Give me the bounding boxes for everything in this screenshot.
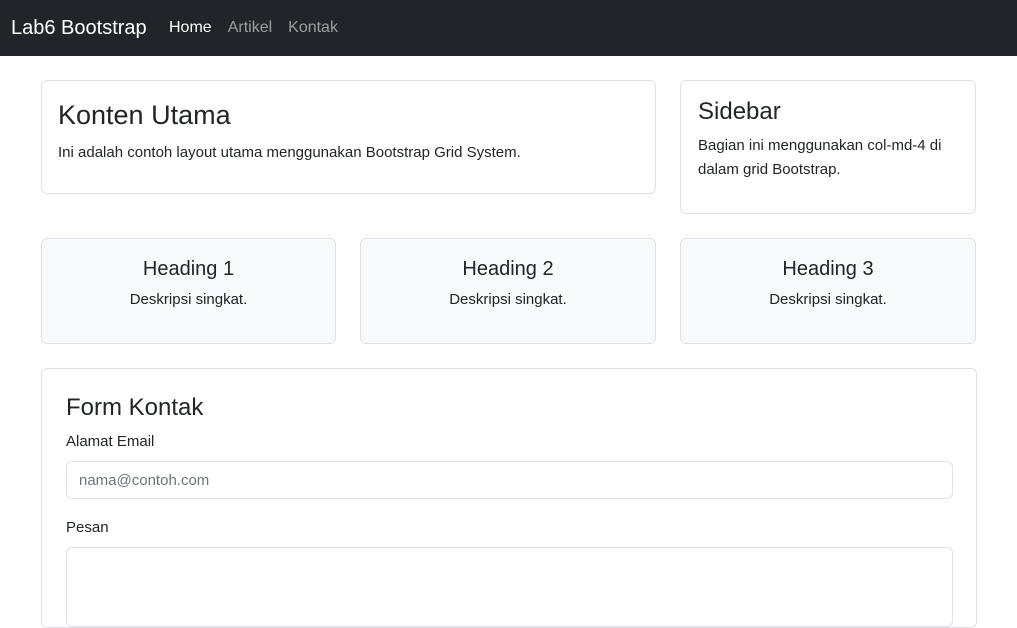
sidebar-card: Sidebar Bagian ini menggunakan col-md-4 … [680, 80, 976, 214]
message-textarea[interactable] [66, 547, 953, 627]
contact-form-title: Form Kontak [66, 394, 204, 421]
main-content-card: Konten Utama Ini adalah contoh layout ut… [41, 80, 656, 194]
email-field[interactable] [66, 461, 953, 499]
contact-form-card: Form Kontak Alamat Email Pesan [41, 368, 977, 628]
feature-text-1: Deskripsi singkat. [129, 291, 248, 308]
message-label: Pesan [66, 519, 109, 536]
feature-card-1: Heading 1 Deskripsi singkat. [41, 238, 336, 344]
sidebar-text: Bagian ini menggunakan col-md-4 di dalam… [698, 137, 942, 178]
nav-link-home[interactable]: Home [169, 18, 212, 38]
feature-heading-2: Heading 2 [462, 258, 554, 280]
main-content-text: Ini adalah contoh layout utama menggunak… [58, 144, 521, 161]
feature-card-3: Heading 3 Deskripsi singkat. [680, 238, 976, 344]
navbar-brand[interactable]: Lab6 Bootstrap [11, 15, 147, 41]
sidebar-title: Sidebar [698, 98, 781, 125]
feature-card-2: Heading 2 Deskripsi singkat. [360, 238, 656, 344]
email-label: Alamat Email [66, 433, 155, 450]
nav-links: Home Artikel Kontak [169, 18, 338, 38]
navbar: Lab6 Bootstrap Home Artikel Kontak [0, 0, 1017, 56]
main-content-title: Konten Utama [58, 100, 231, 130]
nav-link-artikel[interactable]: Artikel [228, 18, 272, 38]
feature-text-2: Deskripsi singkat. [449, 291, 567, 308]
feature-heading-3: Heading 3 [782, 258, 874, 280]
nav-link-kontak[interactable]: Kontak [288, 18, 338, 38]
feature-heading-1: Heading 1 [142, 258, 235, 280]
feature-text-3: Deskripsi singkat. [769, 291, 887, 308]
